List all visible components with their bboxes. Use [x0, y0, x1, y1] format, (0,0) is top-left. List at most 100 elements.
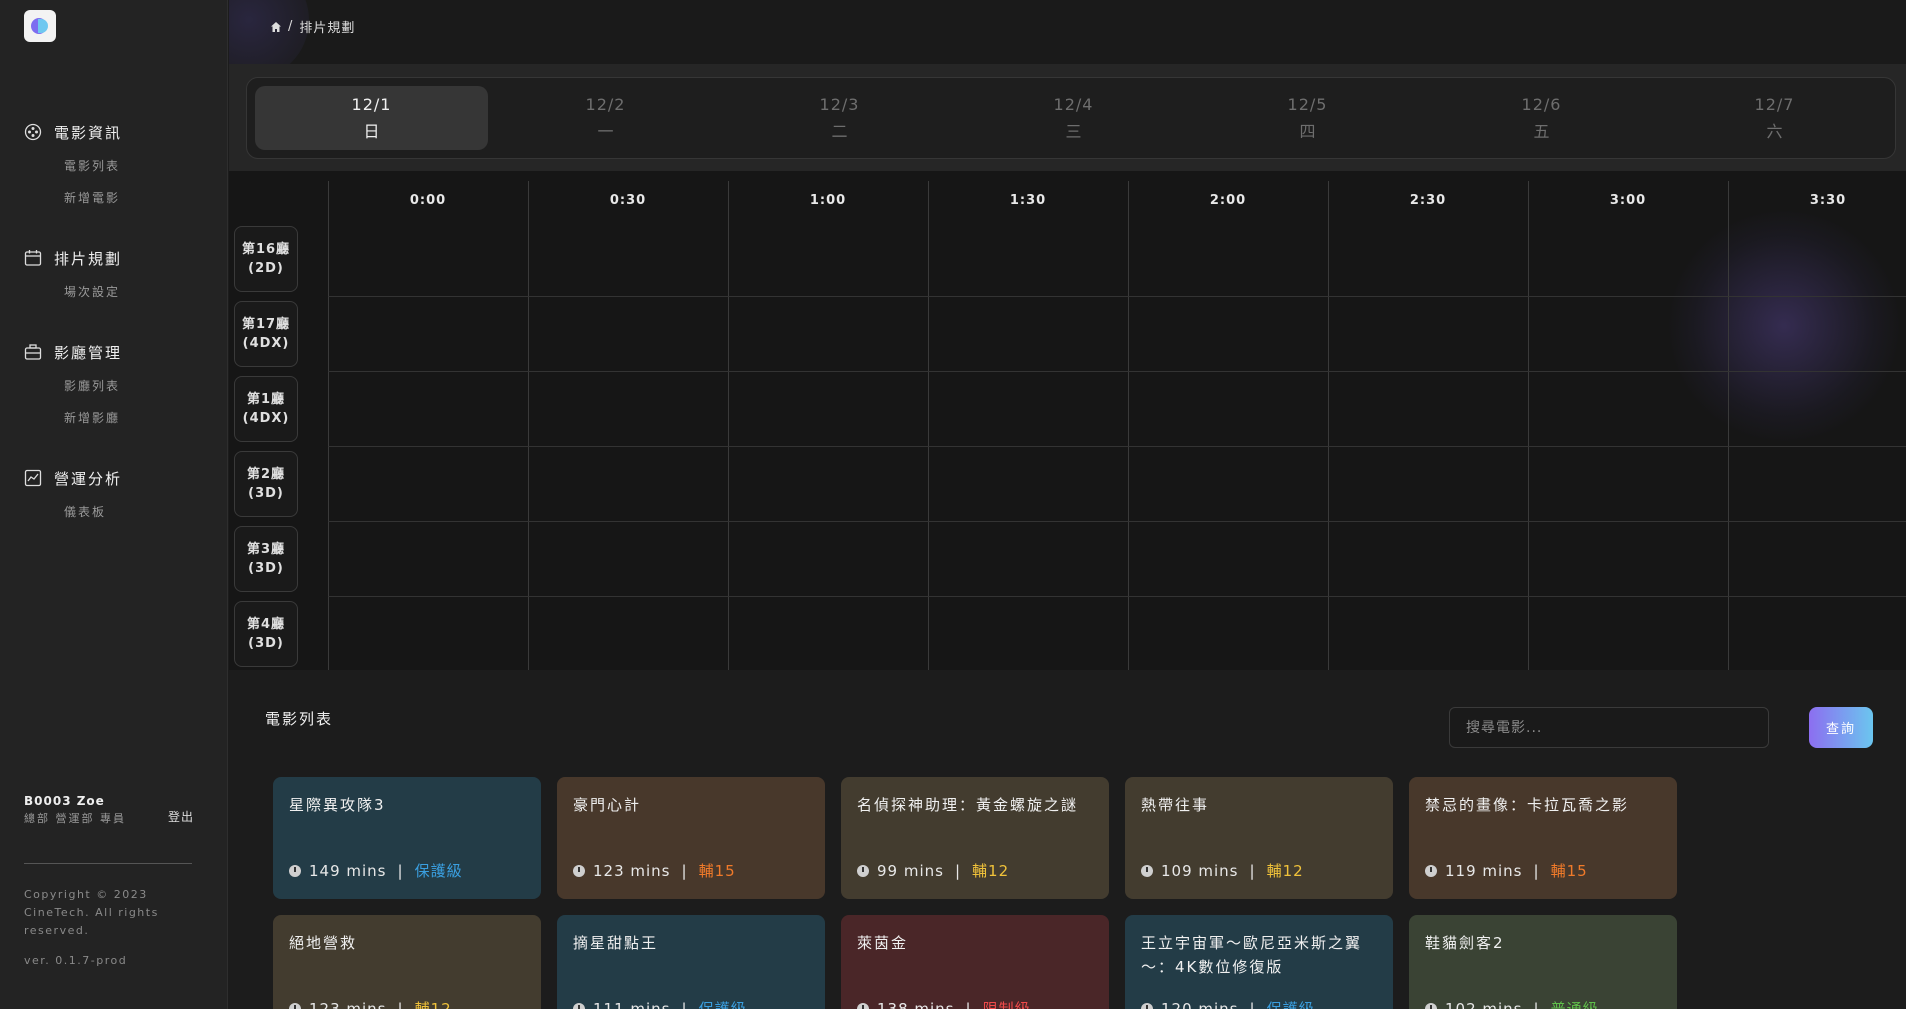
weekday-label: 日	[363, 122, 380, 141]
date-label: 12/5	[1287, 95, 1328, 114]
time-label: 0:30	[609, 193, 647, 208]
movie-rating: 保護級	[698, 1000, 747, 1009]
movie-meta: 99 mins | 輔12	[857, 860, 1009, 881]
nav-label: 影廳管理	[54, 343, 123, 362]
movie-card[interactable]: 萊茵金 138 mins | 限制級	[841, 915, 1109, 1009]
time-label: 1:30	[1009, 193, 1047, 208]
nav-item-hall-list[interactable]: 影廳列表	[64, 370, 204, 402]
movie-meta: 119 mins | 輔15	[1425, 860, 1588, 881]
time-label: 2:30	[1409, 193, 1447, 208]
date-label: 12/4	[1053, 95, 1094, 114]
movie-meta: 123 mins | 輔12	[289, 998, 452, 1009]
chart-icon	[24, 469, 42, 487]
app-logo[interactable]	[24, 10, 56, 42]
hall-name: 第17廳	[241, 317, 291, 332]
query-button[interactable]: 查詢	[1809, 707, 1873, 748]
hall-name: 第16廳	[241, 242, 291, 257]
nav-label: 營運分析	[54, 469, 123, 488]
date-tab-12-3[interactable]: 12/3 二	[723, 86, 956, 150]
sidebar: 電影資訊 電影列表 新增電影 排片規劃 場次設定 影廳管理 影廳列表 新增影廳 …	[0, 0, 228, 1009]
nav-group-movie-info: 電影資訊 電影列表 新增電影	[24, 120, 204, 214]
movie-meta: 102 mins | 普通級	[1425, 998, 1599, 1009]
nav-analytics[interactable]: 營運分析	[24, 466, 204, 490]
movie-duration: 99 mins	[877, 861, 944, 880]
nav-item-movie-list[interactable]: 電影列表	[64, 150, 204, 182]
nav-hall-management[interactable]: 影廳管理	[24, 340, 204, 364]
hall-label: 第4廳 (3D)	[234, 601, 298, 667]
hall-name: 第2廳	[246, 467, 286, 482]
clock-icon	[1141, 1002, 1153, 1009]
clock-icon	[1141, 864, 1153, 877]
movie-meta: 149 mins | 保護級	[289, 860, 463, 881]
logout-button[interactable]: 登出	[168, 808, 194, 825]
clock-icon	[1425, 864, 1437, 877]
movie-card[interactable]: 熱帶往事 109 mins | 輔12	[1125, 777, 1393, 899]
nav-movie-info[interactable]: 電影資訊	[24, 120, 204, 144]
nav-scheduling[interactable]: 排片規劃	[24, 246, 204, 270]
movie-title: 豪門心計	[573, 796, 642, 814]
clock-icon	[289, 1002, 301, 1009]
nav-item-session-settings[interactable]: 場次設定	[64, 276, 204, 308]
clock-icon	[857, 864, 869, 877]
weekday-label: 四	[1299, 122, 1316, 141]
weekday-label: 六	[1766, 122, 1783, 141]
date-tab-12-4[interactable]: 12/4 三	[957, 86, 1190, 150]
film-reel-icon	[24, 123, 42, 141]
clock-icon	[573, 1002, 585, 1009]
nav-item-add-movie[interactable]: 新增電影	[64, 182, 204, 214]
weekday-label: 三	[1065, 122, 1082, 141]
date-tab-12-7[interactable]: 12/7 六	[1658, 86, 1891, 150]
grid-line	[328, 296, 1906, 297]
clock-icon	[1425, 1002, 1437, 1009]
nav-item-dashboard[interactable]: 儀表板	[64, 496, 204, 528]
grid-line	[328, 521, 1906, 522]
clock-icon	[857, 1002, 869, 1009]
movie-rating: 輔15	[1550, 862, 1588, 880]
date-tab-12-6[interactable]: 12/6 五	[1425, 86, 1658, 150]
nav-group-scheduling: 排片規劃 場次設定	[24, 246, 204, 308]
weekday-label: 二	[831, 122, 848, 141]
movie-card[interactable]: 鞋貓劍客2 102 mins | 普通級	[1409, 915, 1677, 1009]
nav-item-add-hall[interactable]: 新增影廳	[64, 402, 204, 434]
clock-icon	[573, 864, 585, 877]
movie-title: 萊茵金	[857, 934, 909, 952]
weekday-label: 一	[597, 122, 614, 141]
hall-type: (2D)	[248, 261, 284, 276]
movie-duration: 119 mins	[1445, 861, 1523, 880]
time-label: 3:30	[1809, 193, 1847, 208]
movie-rating: 輔12	[1266, 862, 1304, 880]
date-tab-12-5[interactable]: 12/5 四	[1191, 86, 1424, 150]
movie-card[interactable]: 禁忌的畫像：卡拉瓦喬之影 119 mins | 輔15	[1409, 777, 1677, 899]
divider	[24, 863, 192, 864]
hall-type: (4DX)	[242, 336, 290, 351]
grid-line	[328, 446, 1906, 447]
calendar-icon	[24, 249, 42, 267]
copyright-text: Copyright © 2023 CineTech. All rights re…	[24, 888, 159, 937]
date-tab-12-2[interactable]: 12/2 一	[489, 86, 722, 150]
movie-meta: 120 mins | 保護級	[1141, 998, 1315, 1009]
time-label: 3:00	[1609, 193, 1647, 208]
home-icon[interactable]	[270, 21, 282, 33]
movie-search-input[interactable]	[1449, 707, 1769, 748]
movie-duration: 109 mins	[1161, 861, 1239, 880]
movie-card[interactable]: 王立宇宙軍～歐尼亞米斯之翼～：4K數位修復版 120 mins | 保護級	[1125, 915, 1393, 1009]
time-label: 1:00	[809, 193, 847, 208]
breadcrumb-current: 排片規劃	[299, 21, 356, 36]
movie-card[interactable]: 星際異攻隊3 149 mins | 保護級	[273, 777, 541, 899]
movie-card[interactable]: 絕地營救 123 mins | 輔12	[273, 915, 541, 1009]
movie-card[interactable]: 摘星甜點王 111 mins | 保護級	[557, 915, 825, 1009]
date-tab-12-1[interactable]: 12/1 日	[255, 86, 488, 150]
hall-label: 第3廳 (3D)	[234, 526, 298, 592]
hall-name: 第1廳	[246, 392, 286, 407]
movie-rating: 輔12	[972, 862, 1010, 880]
movie-list-title: 電影列表	[265, 710, 334, 728]
movie-card[interactable]: 名偵探神助理：黃金螺旋之謎 99 mins | 輔12	[841, 777, 1109, 899]
clock-icon	[289, 864, 301, 877]
grid-line	[328, 596, 1906, 597]
movie-card[interactable]: 豪門心計 123 mins | 輔15	[557, 777, 825, 899]
hall-type: (3D)	[248, 636, 284, 651]
nav-label: 排片規劃	[54, 249, 123, 268]
movie-title: 星際異攻隊3	[289, 796, 386, 814]
weekday-label: 五	[1533, 122, 1550, 141]
grid-line	[328, 371, 1906, 372]
